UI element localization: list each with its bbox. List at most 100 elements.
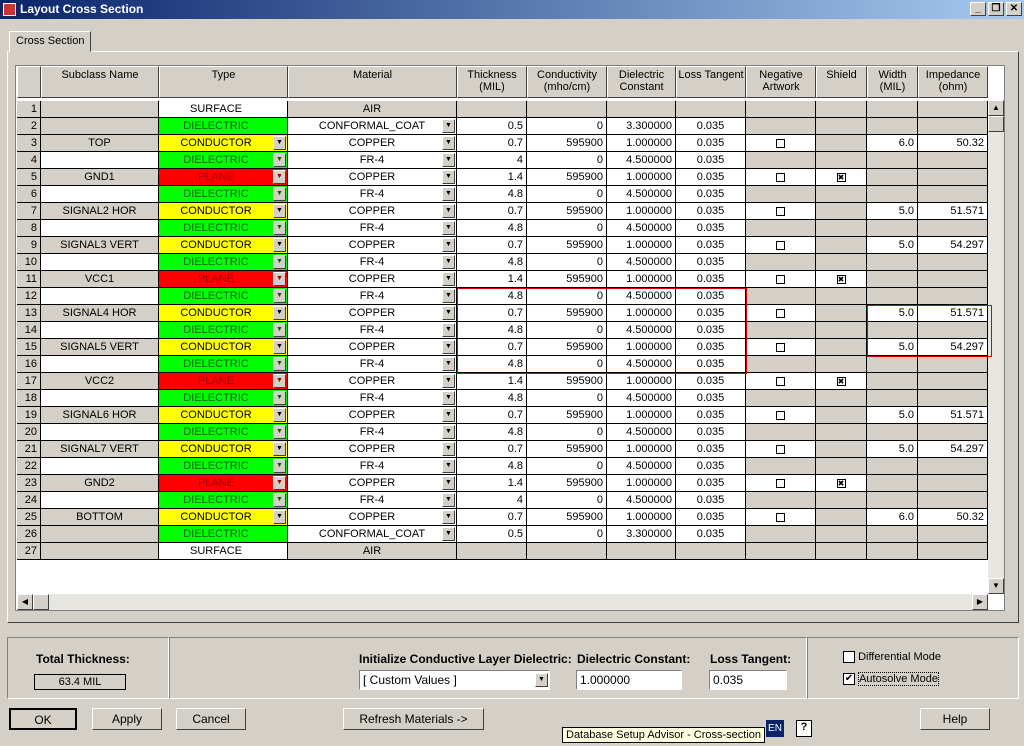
conductivity-cell[interactable]: 595900 [527, 135, 607, 152]
column-header-negative-artwork[interactable]: Negative Artwork [746, 66, 816, 98]
chevron-down-icon[interactable]: ▼ [273, 340, 286, 354]
impedance-cell[interactable] [918, 118, 988, 135]
material-cell[interactable]: FR-4 ▼ [288, 356, 457, 373]
subclass-name-cell[interactable]: GND1 [41, 169, 159, 186]
type-cell[interactable]: DIELECTRIC ▼ [159, 288, 288, 305]
dielectric-constant-cell[interactable]: 1.000000 [607, 305, 676, 322]
chevron-down-icon[interactable]: ▼ [442, 391, 455, 405]
subclass-name-cell[interactable] [41, 186, 159, 203]
subclass-name-cell[interactable] [41, 492, 159, 509]
dielectric-constant-cell[interactable]: 4.500000 [607, 492, 676, 509]
subclass-name-cell[interactable] [41, 526, 159, 543]
negative-artwork-cell[interactable] [746, 339, 816, 356]
thickness-cell[interactable]: 0.7 [457, 339, 527, 356]
thickness-cell[interactable]: 0.7 [457, 441, 527, 458]
type-cell[interactable]: SURFACE [159, 101, 288, 118]
subclass-name-cell[interactable] [41, 288, 159, 305]
loss-tangent-cell[interactable]: 0.035 [676, 135, 746, 152]
checkbox-icon[interactable] [776, 206, 785, 216]
material-cell[interactable]: COPPER ▼ [288, 237, 457, 254]
shield-cell[interactable] [816, 203, 867, 220]
conductivity-cell[interactable]: 0 [527, 118, 607, 135]
type-cell[interactable]: DIELECTRIC ▼ [159, 220, 288, 237]
width-cell[interactable]: 6.0 [867, 509, 918, 526]
width-cell[interactable] [867, 424, 918, 441]
shield-cell[interactable] [816, 390, 867, 407]
chevron-down-icon[interactable]: ▼ [273, 510, 286, 524]
chevron-down-icon[interactable]: ▼ [273, 442, 286, 456]
conductivity-cell[interactable]: 595900 [527, 305, 607, 322]
dielectric-constant-cell[interactable]: 1.000000 [607, 509, 676, 526]
chevron-down-icon[interactable]: ▼ [442, 459, 455, 473]
negative-artwork-cell[interactable] [746, 101, 816, 118]
material-cell[interactable]: COPPER ▼ [288, 169, 457, 186]
scroll-up-button[interactable]: ▲ [988, 100, 1004, 116]
checked-checkbox-icon[interactable]: ✖ [836, 376, 846, 386]
type-cell[interactable]: SURFACE [159, 543, 288, 560]
thickness-cell[interactable]: 0.7 [457, 135, 527, 152]
column-header-impedance[interactable]: Impedance (ohm) [918, 66, 988, 98]
chevron-down-icon[interactable]: ▼ [442, 340, 455, 354]
scroll-thumb[interactable] [988, 116, 1004, 132]
apply-button[interactable]: Apply [92, 708, 162, 730]
impedance-cell[interactable]: 51.571 [918, 203, 988, 220]
chevron-down-icon[interactable]: ▼ [273, 221, 286, 235]
type-cell[interactable]: CONDUCTOR ▼ [159, 203, 288, 220]
type-cell[interactable]: DIELECTRIC ▼ [159, 492, 288, 509]
cancel-button[interactable]: Cancel [176, 708, 246, 730]
material-cell[interactable]: FR-4 ▼ [288, 220, 457, 237]
impedance-cell[interactable] [918, 152, 988, 169]
help-button[interactable]: Help [920, 708, 990, 730]
width-cell[interactable]: 5.0 [867, 203, 918, 220]
close-button[interactable]: ✕ [1006, 2, 1022, 16]
loss-tangent-cell[interactable]: 0.035 [676, 509, 746, 526]
loss-tangent-cell[interactable]: 0.035 [676, 441, 746, 458]
impedance-cell[interactable] [918, 169, 988, 186]
conductivity-cell[interactable]: 595900 [527, 475, 607, 492]
chevron-down-icon[interactable]: ▼ [273, 459, 286, 473]
chevron-down-icon[interactable]: ▼ [273, 306, 286, 320]
chevron-down-icon[interactable]: ▼ [442, 306, 455, 320]
width-cell[interactable] [867, 152, 918, 169]
width-cell[interactable] [867, 186, 918, 203]
conductivity-cell[interactable]: 0 [527, 424, 607, 441]
thickness-cell[interactable] [457, 101, 527, 118]
subclass-name-cell[interactable]: VCC2 [41, 373, 159, 390]
impedance-cell[interactable] [918, 186, 988, 203]
conductivity-cell[interactable]: 0 [527, 254, 607, 271]
conductivity-cell[interactable]: 595900 [527, 169, 607, 186]
column-header-loss-tangent[interactable]: Loss Tangent [676, 66, 746, 98]
conductivity-cell[interactable]: 0 [527, 356, 607, 373]
maximize-button[interactable]: ❐ [988, 2, 1004, 16]
chevron-down-icon[interactable]: ▼ [273, 391, 286, 405]
loss-tangent-cell[interactable]: 0.035 [676, 356, 746, 373]
type-cell[interactable]: CONDUCTOR ▼ [159, 237, 288, 254]
chevron-down-icon[interactable]: ▼ [442, 272, 455, 286]
thickness-cell[interactable]: 4.8 [457, 322, 527, 339]
negative-artwork-cell[interactable] [746, 152, 816, 169]
negative-artwork-cell[interactable] [746, 288, 816, 305]
negative-artwork-cell[interactable] [746, 271, 816, 288]
dielectric-constant-cell[interactable]: 4.500000 [607, 254, 676, 271]
chevron-down-icon[interactable]: ▼ [442, 476, 455, 490]
column-header-shield[interactable]: Shield [816, 66, 867, 98]
negative-artwork-cell[interactable] [746, 509, 816, 526]
width-cell[interactable] [867, 322, 918, 339]
type-cell[interactable]: DIELECTRIC ▼ [159, 322, 288, 339]
impedance-cell[interactable] [918, 220, 988, 237]
loss-tangent-cell[interactable]: 0.035 [676, 390, 746, 407]
chevron-down-icon[interactable]: ▼ [442, 153, 455, 167]
thickness-cell[interactable]: 0.7 [457, 407, 527, 424]
chevron-down-icon[interactable]: ▼ [273, 374, 286, 388]
dielectric-constant-cell[interactable]: 4.500000 [607, 220, 676, 237]
dielectric-constant-cell[interactable]: 1.000000 [607, 135, 676, 152]
column-header-subclass-name[interactable]: Subclass Name [41, 66, 159, 98]
negative-artwork-cell[interactable] [746, 169, 816, 186]
negative-artwork-cell[interactable] [746, 543, 816, 560]
impedance-cell[interactable]: 54.297 [918, 339, 988, 356]
subclass-name-cell[interactable] [41, 101, 159, 118]
dielectric-constant-cell[interactable]: 1.000000 [607, 407, 676, 424]
loss-tangent-cell[interactable] [676, 101, 746, 118]
chevron-down-icon[interactable]: ▼ [273, 238, 286, 252]
material-cell[interactable]: COPPER ▼ [288, 509, 457, 526]
